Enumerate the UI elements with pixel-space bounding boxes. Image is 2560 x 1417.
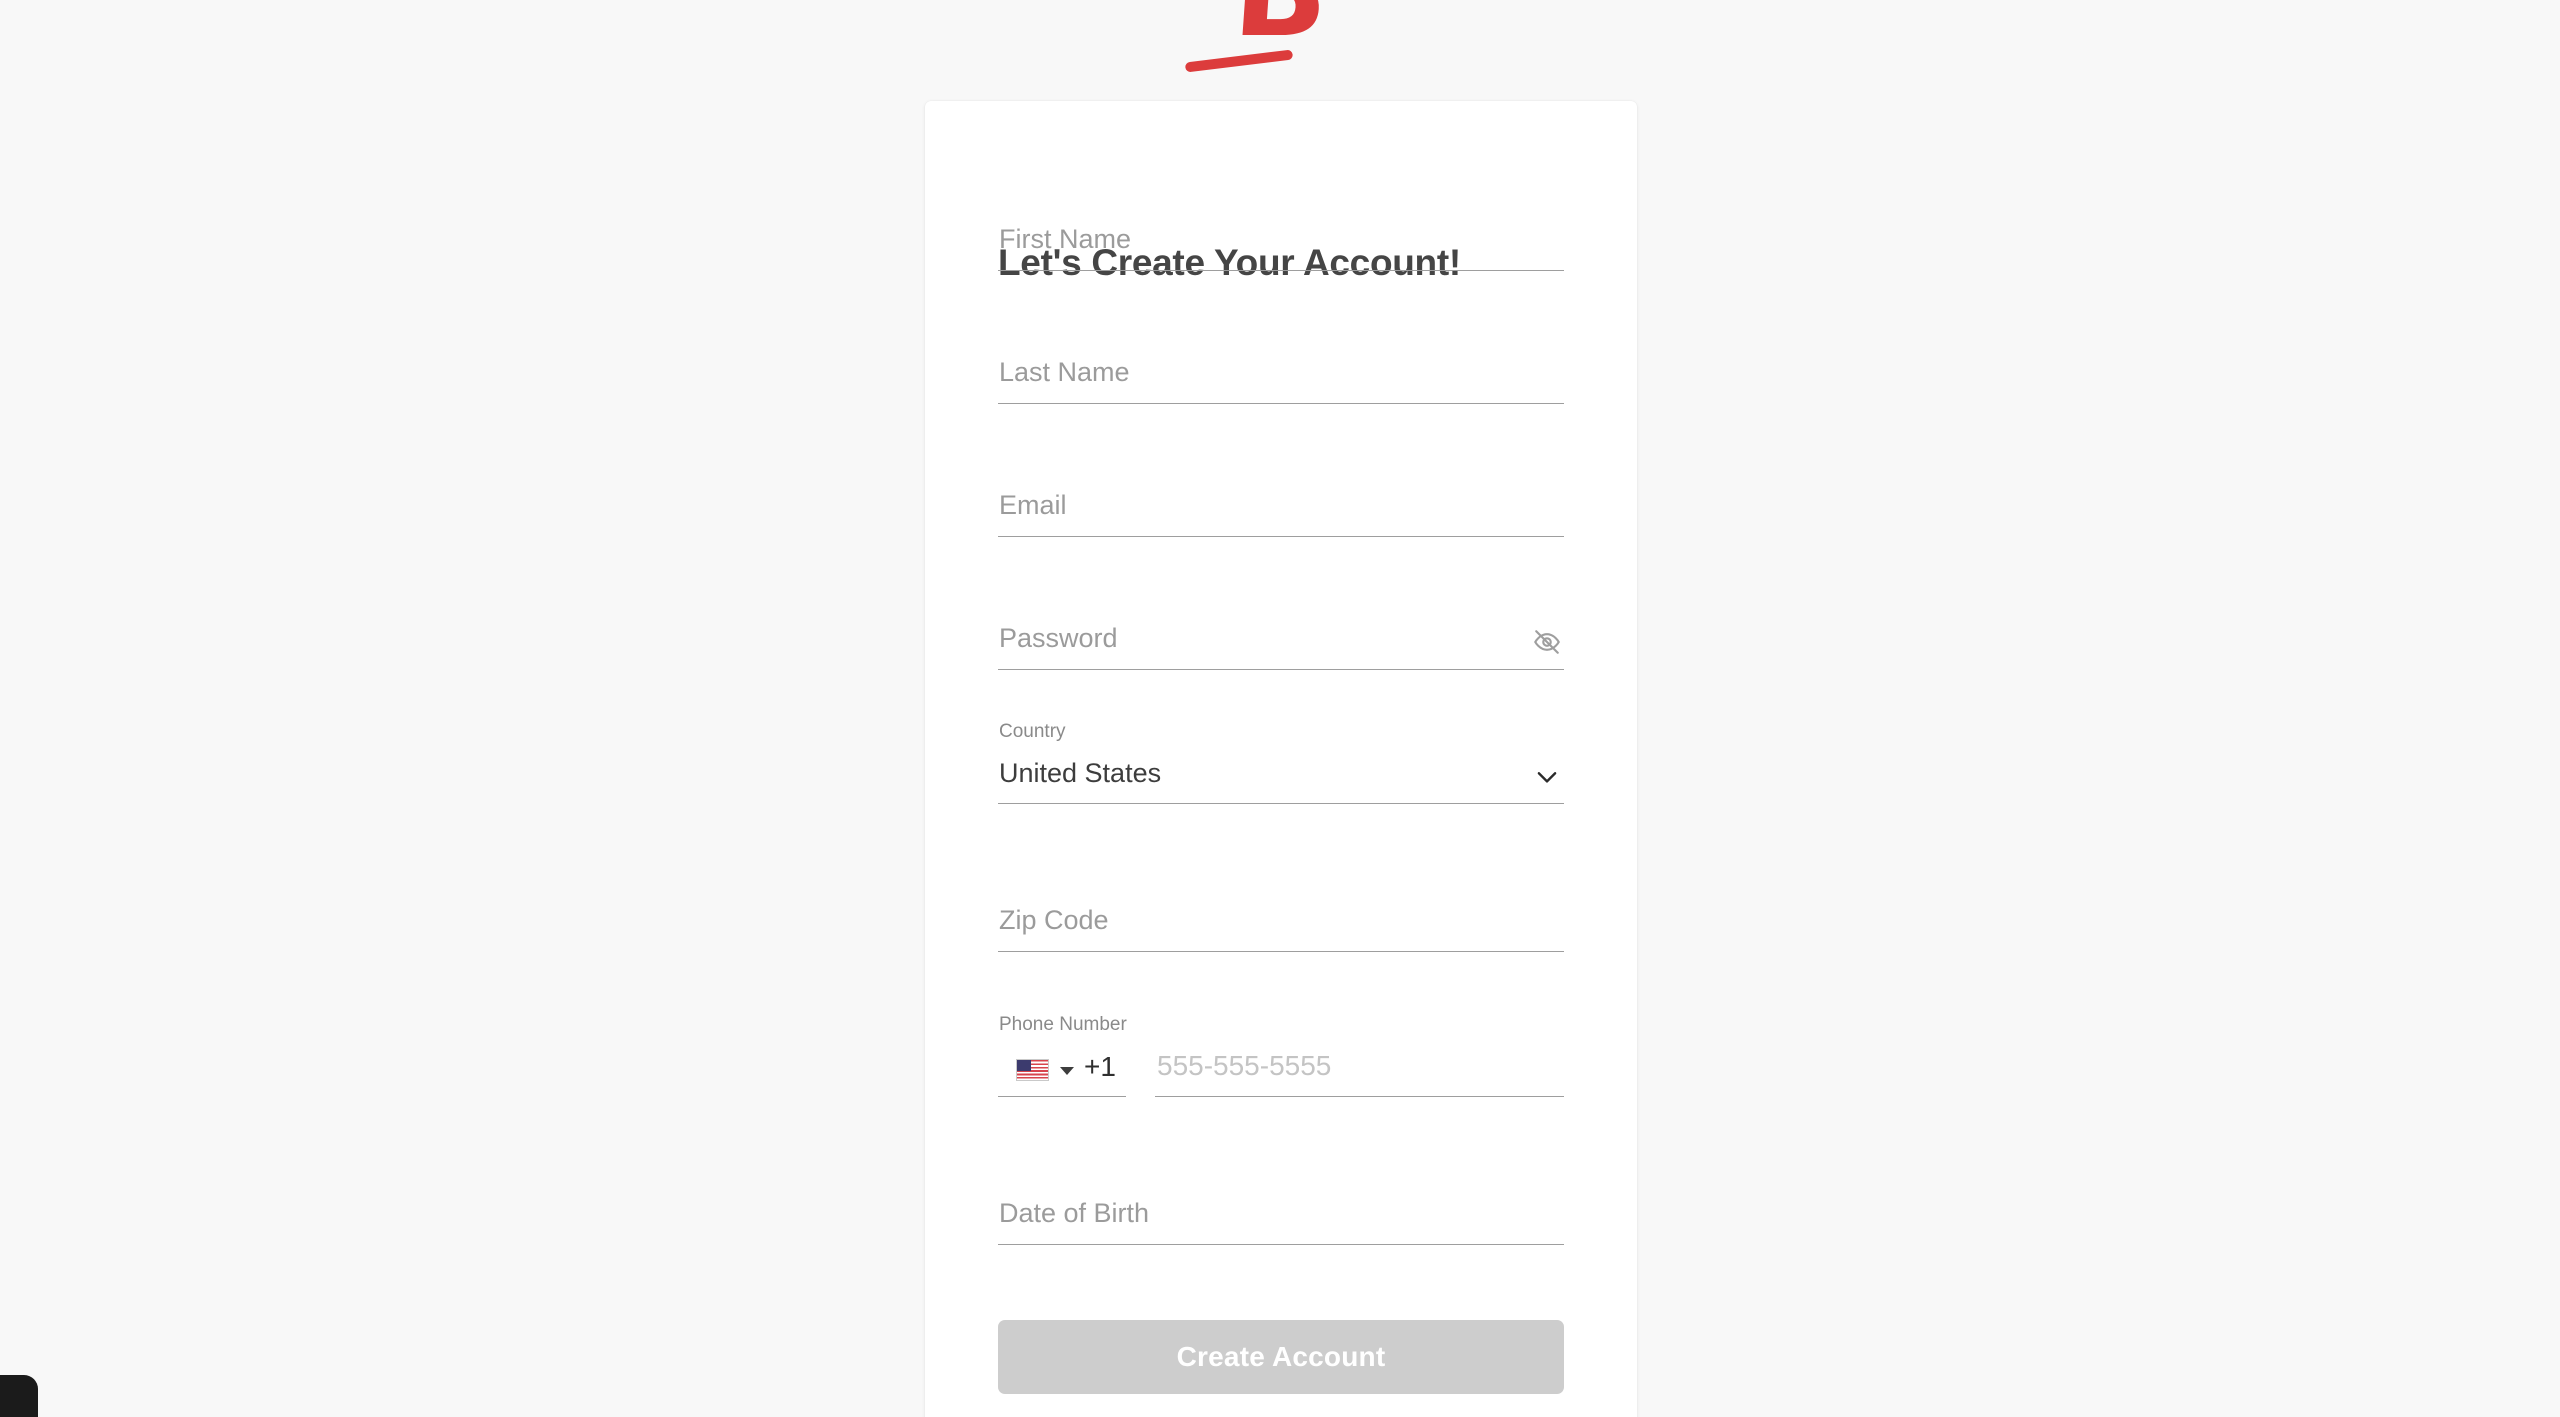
- brand-logo-swoosh-icon: [1184, 49, 1294, 73]
- country-underline: [998, 803, 1564, 804]
- phone-number-underline: [1155, 1096, 1564, 1097]
- flag-canton: [1017, 1060, 1031, 1071]
- phone-number-placeholder: 555-555-5555: [1157, 1050, 1332, 1081]
- email-placeholder: Email: [999, 490, 1067, 520]
- eye-off-icon[interactable]: [1530, 627, 1564, 657]
- phone-number-group: Phone Number +1 555-555-5555: [998, 1014, 1564, 1097]
- date-of-birth-placeholder: Date of Birth: [999, 1198, 1150, 1228]
- country-select[interactable]: Country United States: [998, 721, 1564, 804]
- zip-code-underline: [998, 951, 1564, 952]
- date-of-birth-underline: [998, 1244, 1564, 1245]
- country-label: Country: [999, 721, 1066, 742]
- country-code-underline: [998, 1096, 1126, 1097]
- zip-code-placeholder: Zip Code: [999, 905, 1109, 935]
- zip-code-field[interactable]: Zip Code: [998, 896, 1564, 952]
- country-code-select[interactable]: +1: [998, 1041, 1126, 1097]
- first-name-underline: [998, 270, 1564, 271]
- first-name-placeholder: First Name: [999, 224, 1132, 254]
- brand-logo-b-icon: B: [1229, 0, 1332, 65]
- country-selected-value: United States: [999, 758, 1162, 788]
- us-flag-icon: [1016, 1059, 1049, 1081]
- password-placeholder: Password: [999, 623, 1118, 653]
- email-field[interactable]: Email: [998, 481, 1564, 537]
- phone-number-input[interactable]: 555-555-5555: [1155, 1041, 1564, 1097]
- create-account-button[interactable]: Create Account: [998, 1320, 1564, 1394]
- signup-page: B Let's Create Your Account! First Name …: [0, 0, 2560, 1417]
- email-underline: [998, 536, 1564, 537]
- caret-down-icon: [1060, 1067, 1074, 1075]
- corner-overlay-nub: [0, 1375, 38, 1417]
- last-name-field[interactable]: Last Name: [998, 348, 1564, 404]
- dial-code-label: +1: [1084, 1051, 1116, 1082]
- last-name-underline: [998, 403, 1564, 404]
- password-field[interactable]: Password: [998, 614, 1564, 670]
- first-name-field[interactable]: First Name: [998, 215, 1564, 271]
- phone-number-label: Phone Number: [999, 1014, 1127, 1035]
- chevron-down-icon[interactable]: [1530, 762, 1564, 792]
- last-name-placeholder: Last Name: [999, 357, 1130, 387]
- date-of-birth-field[interactable]: Date of Birth: [998, 1189, 1564, 1245]
- password-underline: [998, 669, 1564, 670]
- brand-logo: B: [0, 0, 2560, 65]
